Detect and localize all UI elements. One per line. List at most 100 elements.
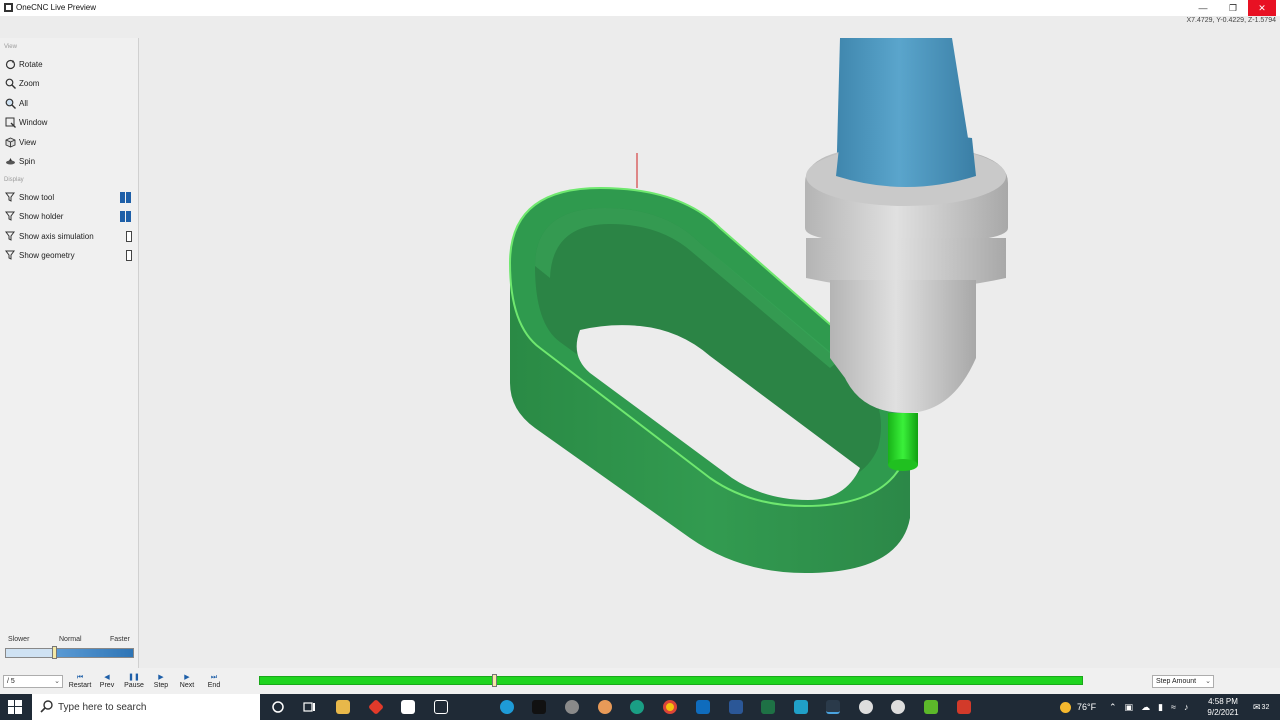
onecnc-icon[interactable] [859,700,873,714]
show-holder-label: Show holder [19,211,64,221]
download-app-icon[interactable] [826,700,840,714]
system-tray[interactable]: ⌃ ▣ ☁ ▮ ≈ ♪ [1109,694,1188,720]
step-combo[interactable]: / 5 ⌄ [3,675,63,688]
terminal-app-icon[interactable] [532,700,546,714]
close-icon: ✕ [1258,2,1266,13]
edge-icon[interactable] [500,700,514,714]
notification-icon: ✉ [1253,701,1261,712]
show-axis-simulation-option[interactable]: Show axis simulation [4,227,136,245]
red-app-icon[interactable] [368,699,384,715]
end-label: End [207,682,221,689]
prev-label: Prev [99,682,115,689]
restart-icon: ⏮ [76,674,84,681]
rotate-button[interactable]: Rotate [4,55,136,73]
speed-normal-label: Normal [59,636,82,643]
close-button[interactable]: ✕ [1248,0,1276,16]
window-title: OneCNC Live Preview [16,3,97,12]
green-c-app-icon[interactable] [924,700,938,714]
orange-app-icon[interactable] [598,700,612,714]
show-tool-option[interactable]: Show tool [4,188,136,206]
view-section-label: View [4,44,17,50]
taskbar-search-box[interactable]: Type here to search [32,694,260,720]
spin-icon [4,155,16,167]
tool-holder [805,38,1008,413]
restart-button[interactable]: ⏮ Restart [67,674,93,692]
speed-faster-label: Faster [110,636,130,643]
display-section-label: Display [4,177,24,183]
speed-slider-track[interactable] [5,648,134,658]
speed-slower-label: Slower [8,636,30,643]
funnel-icon [4,191,16,203]
step-amount-value: Step Amount [1156,678,1197,685]
window-button[interactable]: Window [4,113,136,131]
funnel-icon [4,249,16,261]
step-amount-combo[interactable]: Step Amount ⌄ [1152,675,1214,688]
next-label: Next [179,682,195,689]
step-icon: ▶ [158,674,164,681]
notification-count: 32 [1261,703,1270,711]
restore-button[interactable]: ❐ [1218,0,1248,16]
window-icon [4,116,16,128]
show-holder-option[interactable]: Show holder [4,207,136,225]
task-view-icon[interactable] [303,700,317,714]
outlook-icon[interactable] [696,700,710,714]
pause-button[interactable]: ❚❚ Pause [121,674,147,692]
show-geometry-toggle[interactable] [126,250,132,261]
word-icon[interactable] [729,700,743,714]
minimize-button[interactable]: — [1188,0,1218,16]
view-button[interactable]: View [4,133,136,151]
cortana-icon[interactable] [271,700,285,714]
left-panel: View Rotate Zoom All Window View Spin Di… [0,38,139,668]
temperature: 76°F [1077,702,1097,712]
step-button[interactable]: ▶ Step [148,674,174,692]
wifi-icon[interactable]: ≈ [1171,702,1176,712]
zoom-all-button[interactable]: All [4,94,136,112]
chevron-up-icon[interactable]: ⌃ [1109,702,1117,713]
app-icon [4,3,13,12]
simulation-progress-bar[interactable] [259,676,1083,685]
zoom-button[interactable]: Zoom [4,74,136,92]
show-geometry-option[interactable]: Show geometry [4,246,136,264]
prev-button[interactable]: ◀ Prev [94,674,120,692]
view-label: View [19,137,37,147]
prev-icon: ◀ [104,674,110,681]
dropbox-icon[interactable] [401,700,415,714]
chevron-down-icon: ⌄ [54,678,60,685]
speed-slider-thumb[interactable] [52,646,58,659]
show-tool-label: Show tool [19,192,55,202]
notification-center[interactable]: ✉ 32 [1253,694,1269,720]
red-c-app-icon[interactable] [957,700,971,714]
blue-app-icon[interactable] [794,700,808,714]
end-button[interactable]: ⏭ End [201,674,227,692]
show-holder-toggle[interactable] [120,211,132,222]
window-label: Window [19,117,48,127]
next-button[interactable]: ▶ Next [174,674,200,692]
spin-button[interactable]: Spin [4,152,136,170]
volume-icon[interactable]: ♪ [1184,702,1189,712]
simulation-viewport[interactable] [140,38,1280,668]
clock-date: 9/2/2021 [1207,708,1239,717]
onecnc-preview-icon[interactable] [891,700,905,714]
cloud-icon[interactable]: ☁ [1141,702,1150,713]
excel-icon[interactable] [761,700,775,714]
taskbar-clock[interactable]: 4:58 PM 9/2/2021 [1200,696,1246,718]
weather-widget[interactable]: 76°F [1060,694,1096,720]
show-axis-simulation-toggle[interactable] [126,231,132,242]
search-icon [40,700,53,713]
rotate-icon [4,58,16,70]
device-icon[interactable]: ▣ [1125,702,1134,713]
lightning-app-icon[interactable] [434,700,448,714]
windows-start-icon[interactable] [8,700,22,714]
obs-icon[interactable] [565,700,579,714]
funnel-icon [4,210,16,222]
file-explorer-icon[interactable] [336,700,350,714]
view-cube-icon [4,136,16,148]
teal-app-icon[interactable] [630,700,644,714]
search-placeholder: Type here to search [58,701,147,713]
chrome-icon[interactable] [663,700,677,714]
show-tool-toggle[interactable] [120,192,132,203]
end-icon: ⏭ [210,674,218,681]
progress-thumb[interactable] [491,674,497,687]
battery-icon[interactable]: ▮ [1158,702,1163,713]
show-axis-simulation-label: Show axis simulation [19,231,94,241]
